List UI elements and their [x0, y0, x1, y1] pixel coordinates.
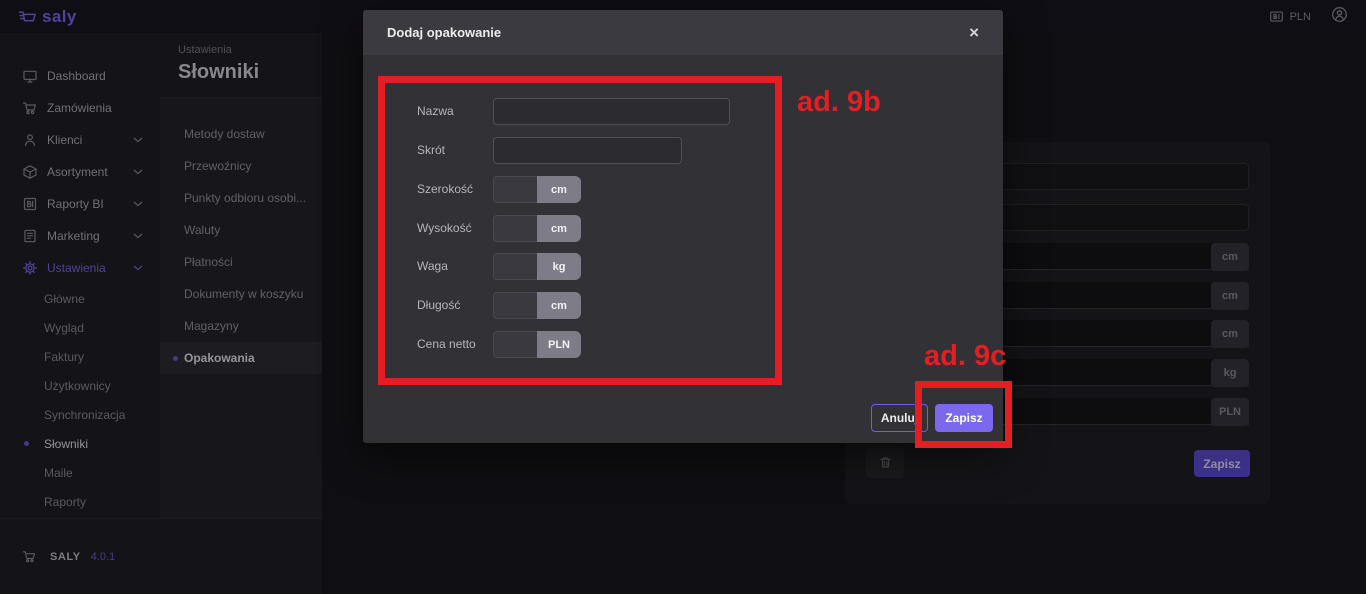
save-button[interactable]: Zapisz [935, 404, 993, 432]
modal-field-szerokosc: Szerokość cm [363, 176, 1003, 203]
field-control: cm [493, 292, 581, 319]
field-control: kg [493, 253, 581, 280]
skrot-input[interactable] [493, 137, 682, 164]
field-label: Skrót [417, 137, 445, 164]
wysokosc-input[interactable] [493, 215, 537, 242]
field-label: Waga [417, 253, 448, 280]
modal-close-icon[interactable]: × [969, 24, 979, 41]
unit-badge: PLN [537, 331, 581, 358]
szerokosc-input[interactable] [493, 176, 537, 203]
cena-netto-input[interactable] [493, 331, 537, 358]
unit-badge: cm [537, 215, 581, 242]
modal-field-skrot: Skrót [363, 137, 1003, 164]
field-label: Wysokość [417, 215, 472, 242]
field-control [493, 98, 730, 125]
nazwa-input[interactable] [493, 98, 730, 125]
unit-badge: kg [537, 253, 581, 280]
modal-field-waga: Waga kg [363, 253, 1003, 280]
field-control [493, 137, 682, 164]
field-label: Długość [417, 292, 460, 319]
field-control: PLN [493, 331, 581, 358]
cancel-button[interactable]: Anuluj [871, 404, 928, 432]
field-control: cm [493, 215, 581, 242]
unit-badge: cm [537, 292, 581, 319]
modal-title: Dodaj opakowanie [387, 25, 501, 40]
add-packaging-modal: Dodaj opakowanie × Nazwa Skrót Szerokość cm… [363, 10, 1003, 443]
field-control: cm [493, 176, 581, 203]
dlugosc-input[interactable] [493, 292, 537, 319]
modal-field-dlugosc: Długość cm [363, 292, 1003, 319]
modal-field-wysokosc: Wysokość cm [363, 215, 1003, 242]
field-label: Nazwa [417, 98, 454, 125]
modal-field-cena-netto: Cena netto PLN [363, 331, 1003, 358]
waga-input[interactable] [493, 253, 537, 280]
app-root: saly PLN DashboardZamówieniaKlienciAsort… [0, 0, 1366, 594]
unit-badge: cm [537, 176, 581, 203]
field-label: Szerokość [417, 176, 473, 203]
modal-field-nazwa: Nazwa [363, 98, 1003, 125]
modal-header: Dodaj opakowanie × [363, 10, 1003, 55]
field-label: Cena netto [417, 331, 476, 358]
